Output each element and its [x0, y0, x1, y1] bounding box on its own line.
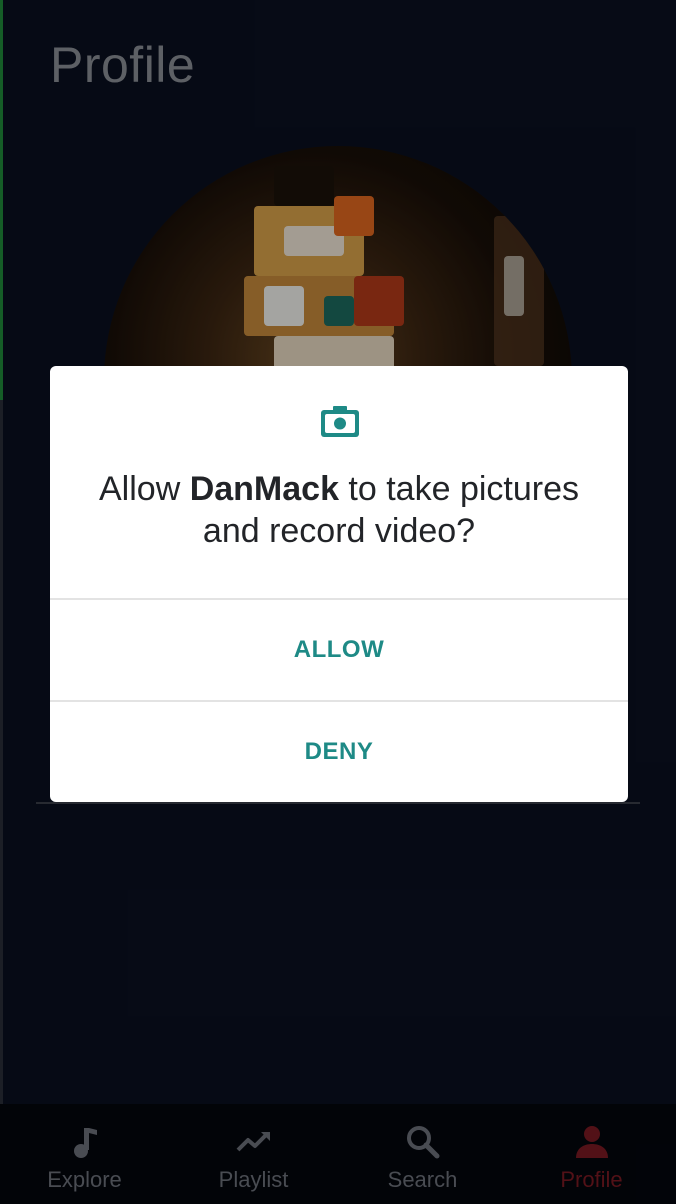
dialog-message-prefix: Allow	[99, 470, 190, 508]
allow-button[interactable]: ALLOW	[50, 600, 628, 700]
deny-button[interactable]: DENY	[50, 702, 628, 802]
camera-icon	[321, 406, 359, 437]
permission-dialog: Allow DanMack to take pictures and recor…	[50, 366, 628, 802]
app-screen: Profile Explore Playlist Search Profile …	[0, 0, 676, 1204]
dialog-app-name: DanMack	[189, 470, 339, 508]
dialog-message: Allow DanMack to take pictures and recor…	[70, 468, 608, 552]
